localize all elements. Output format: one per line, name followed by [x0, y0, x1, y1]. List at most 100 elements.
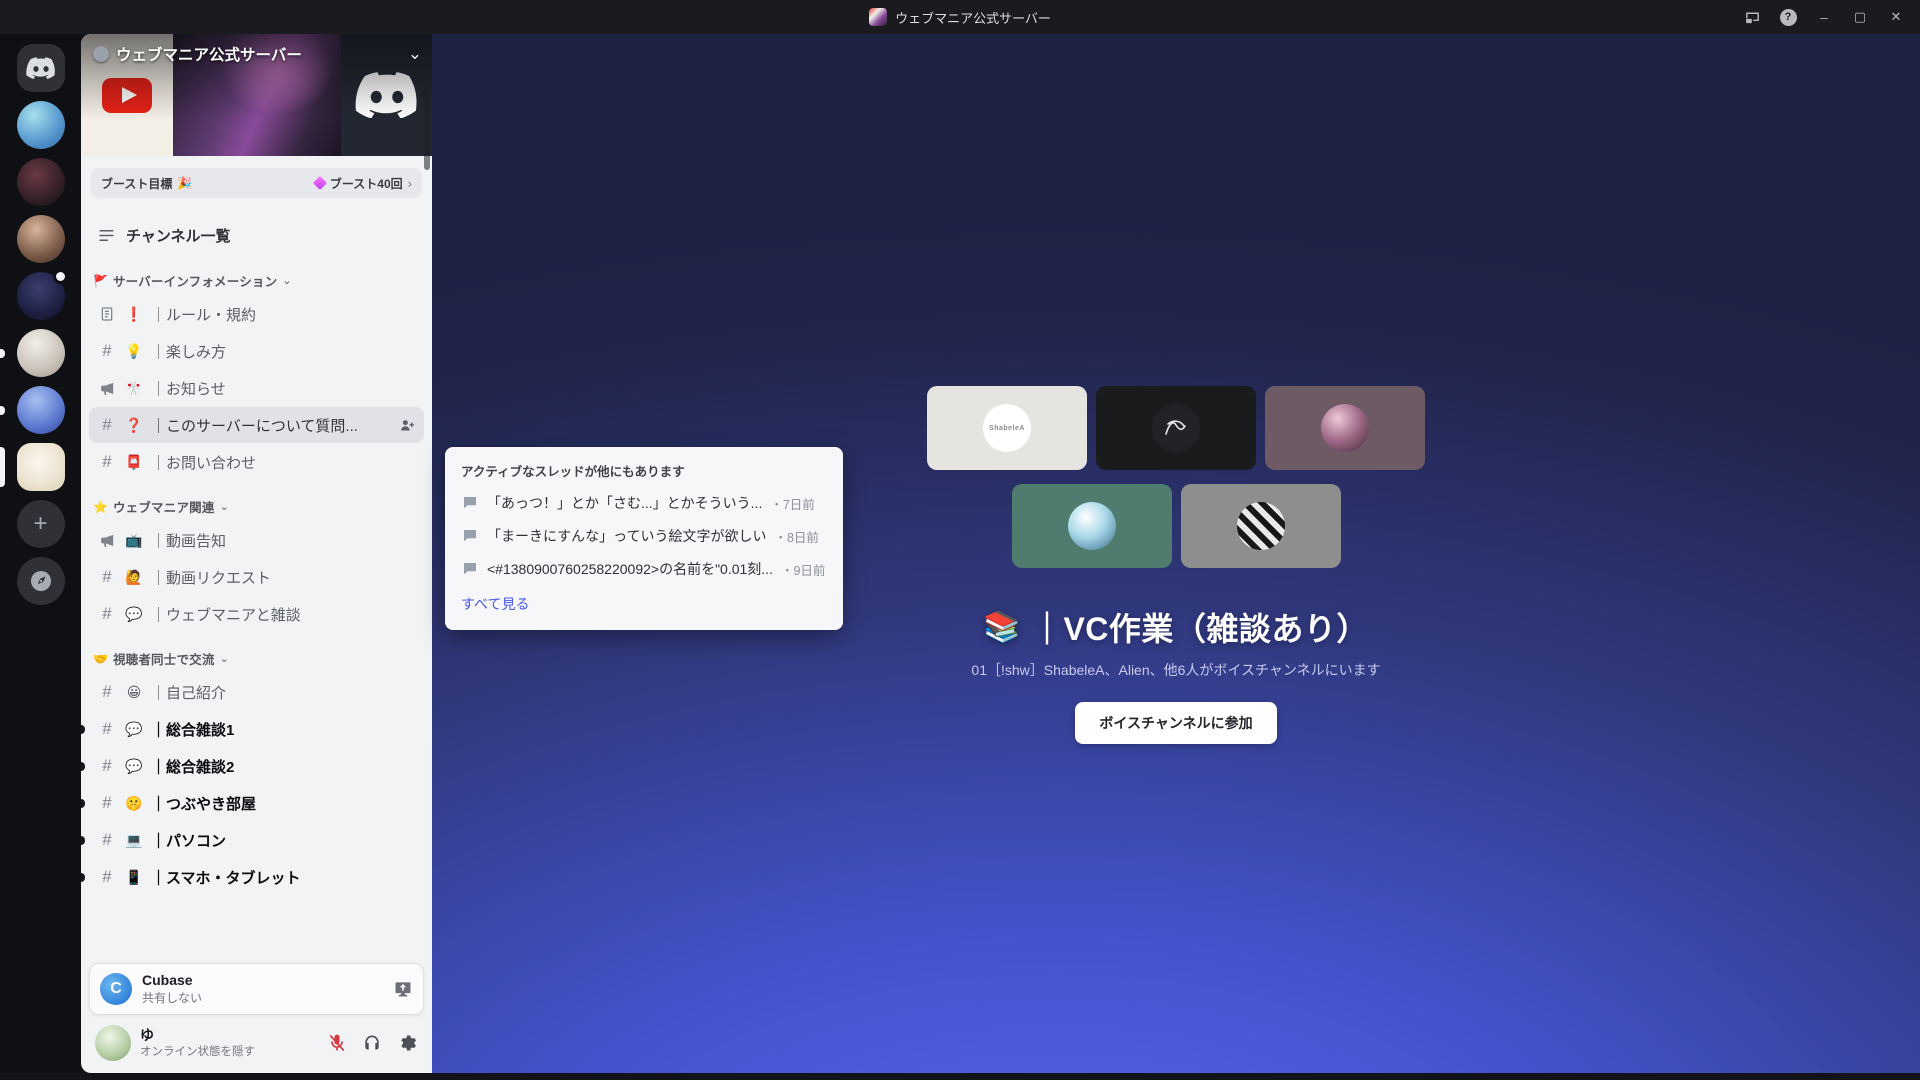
channel-item[interactable]: 📺 ｜動画告知 [89, 522, 424, 558]
participant-tile[interactable] [1096, 386, 1256, 470]
channel-item[interactable]: ❗ ｜ルール・規約 [89, 296, 424, 332]
category-header[interactable]: ⭐ ウェブマニア関連 ⌄ [81, 481, 432, 521]
channel-emoji: ❓ [124, 417, 144, 434]
channel-label: ｜動画告知 [151, 530, 226, 551]
window-title: ウェブマニア公式サーバー [895, 8, 1051, 27]
browse-channels-item[interactable]: チャンネル一覧 [89, 218, 424, 253]
boost-goal-bar[interactable]: ブースト目標 🎉 ブースト40回 › [91, 168, 422, 198]
join-voice-button[interactable]: ボイスチャンネルに参加 [1075, 702, 1276, 744]
minimize-button[interactable]: – [1806, 0, 1842, 34]
thread-item[interactable]: 「あっつ！」とか「さむ...」とかそういう... ・7日前 [461, 493, 827, 513]
participant-tile[interactable] [1181, 484, 1341, 568]
cubase-app-icon: C [100, 973, 132, 1005]
titlebar-controls: ? – ▢ ✕ [1734, 0, 1920, 34]
microphone-muted-icon[interactable] [322, 1028, 352, 1058]
active-threads-popout: アクティブなスレッドが他にもあります 「あっつ！」とか「さむ...」とかそういう… [445, 447, 843, 630]
channel-item-unread[interactable]: # 🤫 ｜つぶやき部屋 [89, 785, 424, 821]
thread-icon [461, 527, 479, 545]
channel-item[interactable]: 🎌 ｜お知らせ [89, 370, 424, 406]
settings-gear-icon[interactable] [392, 1028, 422, 1058]
activity-name: Cubase [142, 972, 202, 989]
chevron-down-icon: ⌄ [220, 652, 229, 665]
category-label: サーバーインフォメーション [113, 271, 277, 290]
channel-item[interactable]: # 😀 ｜自己紹介 [89, 674, 424, 710]
sidebar-scrollbar[interactable] [424, 78, 430, 170]
unread-indicator [0, 406, 5, 415]
thread-item[interactable]: <#1380900760258220092>の名前を"0.01刻... ・9日前 [461, 559, 827, 579]
user-avatar[interactable] [95, 1025, 131, 1061]
server-notification-badge [53, 269, 68, 284]
discord-logo-icon [26, 57, 56, 79]
server-avatar[interactable] [17, 101, 65, 149]
party-emoji: 🎉 [177, 176, 192, 190]
category-emoji: ⭐ [93, 500, 108, 514]
channel-label: ｜お知らせ [151, 378, 226, 399]
channel-emoji: 🎌 [124, 380, 144, 397]
chevron-right-icon: › [408, 176, 412, 191]
channel-item[interactable]: # 💬 ｜ウェブマニアと雑談 [89, 596, 424, 632]
server-avatar[interactable] [17, 215, 65, 263]
see-all-link[interactable]: すべて見る [461, 594, 827, 614]
participant-tile[interactable]: ShabeleA [927, 386, 1087, 470]
channel-emoji: 📚 [983, 610, 1021, 645]
channel-emoji: 💬 [124, 721, 144, 738]
server-avatar-selected[interactable] [17, 443, 65, 491]
window-bottom-edge [0, 1073, 1920, 1080]
hash-icon: # [97, 719, 117, 739]
category-header[interactable]: 🤝 視聴者同士で交流 ⌄ [81, 633, 432, 673]
rules-channel-icon [97, 306, 117, 322]
hash-icon: # [97, 452, 117, 472]
pip-icon[interactable] [1734, 0, 1770, 34]
discover-button[interactable] [17, 557, 65, 605]
titlebar-center: ウェブマニア公式サーバー [0, 8, 1920, 27]
maximize-button[interactable]: ▢ [1842, 0, 1878, 34]
headphones-icon[interactable] [357, 1028, 387, 1058]
activity-card[interactable]: C Cubase 共有しない [89, 963, 424, 1015]
server-banner[interactable]: ウェブマニア公式サーバー ⌄ [81, 34, 432, 156]
channel-emoji: 🤫 [124, 795, 144, 812]
thread-name: <#1380900760258220092>の名前を"0.01刻... [487, 559, 773, 579]
add-server-button[interactable]: + [17, 500, 65, 548]
help-icon[interactable]: ? [1770, 0, 1806, 34]
thread-icon [461, 560, 479, 578]
channel-item-unread[interactable]: # 💻 ｜パソコン [89, 822, 424, 858]
close-button[interactable]: ✕ [1878, 0, 1914, 34]
channel-emoji: 📮 [124, 454, 144, 471]
channel-item-hovered[interactable]: # ❓ ｜このサーバーについて質問... [89, 407, 424, 443]
participant-avatar [1321, 404, 1369, 452]
username: ゆ [140, 1027, 255, 1044]
channel-item[interactable]: # 🙋 ｜動画リクエスト [89, 559, 424, 595]
chevron-down-icon: ⌄ [220, 500, 229, 513]
selected-indicator [0, 447, 5, 487]
chevron-down-icon: ⌄ [408, 44, 422, 64]
participant-tile[interactable] [1012, 484, 1172, 568]
discord-home-button[interactable] [17, 44, 65, 92]
unread-indicator [81, 836, 85, 845]
server-avatar[interactable] [17, 272, 65, 320]
hash-icon: # [97, 793, 117, 813]
channel-label: ｜このサーバーについて質問... [151, 415, 358, 436]
category-header[interactable]: 🚩 サーバーインフォメーション ⌄ [81, 255, 432, 295]
channel-label: ｜ウェブマニアと雑談 [151, 604, 301, 625]
server-header[interactable]: ウェブマニア公式サーバー ⌄ [93, 43, 422, 65]
boost-goal: ブースト40回 [330, 175, 403, 192]
channel-item[interactable]: # 📮 ｜お問い合わせ [89, 444, 424, 480]
participant-tile[interactable] [1265, 386, 1425, 470]
participant-avatar [1237, 502, 1285, 550]
user-status: オンライン状態を隠す [140, 1043, 255, 1059]
server-avatar[interactable] [17, 158, 65, 206]
hash-icon: # [97, 682, 117, 702]
user-info[interactable]: ゆ オンライン状態を隠す [140, 1027, 255, 1060]
channel-item-unread[interactable]: # 📱 ｜スマホ・タブレット [89, 859, 424, 895]
thread-item[interactable]: 「まーきにすんな」っていう絵文字が欲しい ・8日前 [461, 526, 827, 546]
server-avatar[interactable] [17, 386, 65, 434]
hash-icon: # [97, 830, 117, 850]
thread-icon [461, 494, 479, 512]
server-avatar[interactable] [17, 329, 65, 377]
channel-item[interactable]: # 💡 ｜楽しみ方 [89, 333, 424, 369]
screen-share-icon[interactable] [393, 979, 413, 999]
user-panel: ゆ オンライン状態を隠す [89, 1015, 424, 1061]
member-add-icon[interactable] [399, 417, 416, 434]
channel-item-unread[interactable]: # 💬 ｜総合雑談2 [89, 748, 424, 784]
channel-item-unread[interactable]: # 💬 ｜総合雑談1 [89, 711, 424, 747]
